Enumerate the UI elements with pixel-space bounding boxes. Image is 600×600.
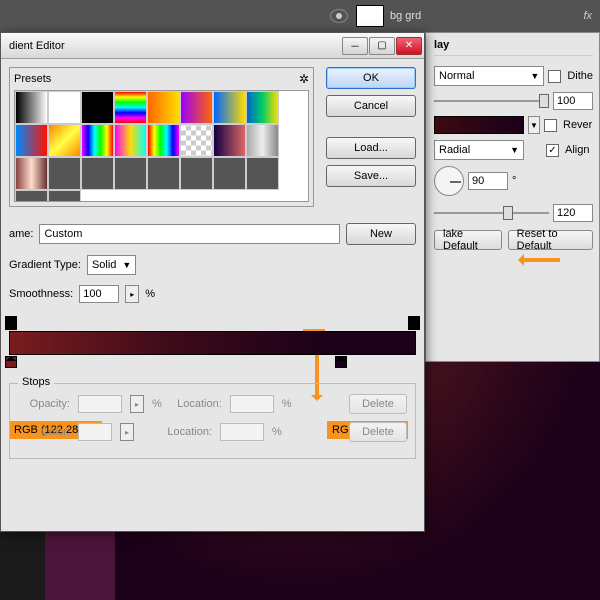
preset-swatch[interactable] — [147, 91, 180, 124]
smoothness-value[interactable]: 100 — [79, 285, 119, 303]
preset-swatch[interactable] — [147, 124, 180, 157]
dither-label: Dithe — [567, 70, 593, 82]
smoothness-label: Smoothness: — [9, 288, 73, 300]
scale-slider[interactable] — [434, 205, 549, 221]
color-flyout-icon[interactable]: ▸ — [120, 423, 134, 441]
cancel-button[interactable]: Cancel — [326, 95, 416, 117]
preset-swatch[interactable] — [114, 157, 147, 190]
preset-swatch[interactable] — [48, 157, 81, 190]
load-button[interactable]: Load... — [326, 137, 416, 159]
preset-swatch[interactable] — [246, 157, 279, 190]
preset-swatch[interactable] — [246, 124, 279, 157]
preset-swatch[interactable] — [180, 157, 213, 190]
location-label: Location: — [170, 398, 222, 410]
gradient-preview[interactable] — [9, 331, 416, 355]
preset-swatch[interactable] — [246, 91, 279, 124]
gradient-overlay-panel: lay Normal▼ Dithe 100 ▼ Rever Radial▼ ✓ … — [425, 32, 600, 362]
preset-swatch[interactable] — [147, 157, 180, 190]
align-checkbox[interactable]: ✓ — [546, 144, 559, 157]
preset-swatch[interactable] — [180, 124, 213, 157]
preset-swatch[interactable] — [114, 124, 147, 157]
opacity-slider[interactable] — [434, 93, 549, 109]
gradient-type-label: Gradient Type: — [9, 259, 81, 271]
save-button[interactable]: Save... — [326, 165, 416, 187]
dither-checkbox[interactable] — [548, 70, 561, 83]
minimize-button[interactable]: － — [342, 37, 368, 55]
color-stop-right[interactable] — [335, 356, 347, 370]
presets-group: Presets ✲ — [9, 67, 314, 207]
angle-value[interactable]: 90 — [468, 172, 508, 190]
preset-swatch[interactable] — [48, 190, 81, 202]
color-stop-label: Color: — [18, 426, 70, 438]
smoothness-flyout-icon[interactable]: ▸ — [125, 285, 139, 303]
reverse-checkbox[interactable] — [544, 119, 557, 132]
align-label: Align — [565, 144, 589, 156]
visibility-eye-icon[interactable] — [330, 9, 348, 23]
preset-swatch[interactable] — [15, 157, 48, 190]
panel-heading: lay — [434, 39, 593, 56]
color-stop-swatch[interactable] — [78, 423, 112, 441]
gradient-editor-dialog: dient Editor － ▢ ✕ Presets ✲ OK Cancel L… — [0, 32, 425, 532]
stops-group: Stops Opacity: ▸ % Location: % Delete Co… — [9, 383, 416, 459]
reset-default-button[interactable]: Reset to Default — [508, 230, 593, 250]
preset-swatch[interactable] — [15, 190, 48, 202]
percent-label: % — [145, 288, 155, 300]
percent-label: % — [272, 426, 282, 438]
percent-label: % — [282, 398, 292, 410]
delete-opacity-stop-button[interactable]: Delete — [349, 394, 407, 414]
presets-label: Presets — [14, 73, 51, 85]
color-location-value[interactable] — [220, 423, 264, 441]
delete-color-stop-button[interactable]: Delete — [349, 422, 407, 442]
preset-swatch[interactable] — [48, 124, 81, 157]
style-select[interactable]: Radial▼ — [434, 140, 524, 160]
preset-swatch[interactable] — [114, 91, 147, 124]
dialog-title: dient Editor — [9, 40, 341, 52]
preset-swatch[interactable] — [48, 91, 81, 124]
opacity-flyout-icon[interactable]: ▸ — [130, 395, 144, 413]
annotation-arrow — [520, 258, 560, 262]
preset-swatch[interactable] — [81, 124, 114, 157]
preset-swatch[interactable] — [81, 157, 114, 190]
stops-legend: Stops — [18, 376, 54, 388]
scale-value[interactable]: 120 — [553, 204, 593, 222]
presets-menu-gear-icon[interactable]: ✲ — [299, 72, 309, 86]
layer-fx-badge[interactable]: fx — [583, 10, 592, 22]
gradient-swatch[interactable] — [434, 116, 524, 134]
opacity-stop-value[interactable] — [78, 395, 122, 413]
ok-button[interactable]: OK — [326, 67, 416, 89]
preset-swatch[interactable] — [81, 91, 114, 124]
close-button[interactable]: ✕ — [396, 37, 422, 55]
dialog-titlebar[interactable]: dient Editor － ▢ ✕ — [1, 33, 424, 59]
preset-swatch[interactable] — [15, 91, 48, 124]
opacity-stop-label: Opacity: — [18, 398, 70, 410]
percent-label: % — [152, 398, 162, 410]
preset-swatch[interactable] — [213, 157, 246, 190]
gradient-bar[interactable] — [9, 331, 416, 355]
name-label: ame: — [9, 228, 33, 240]
make-default-button[interactable]: lake Default — [434, 230, 502, 250]
color-stop-left[interactable] — [5, 356, 17, 370]
preset-swatch[interactable] — [15, 124, 48, 157]
opacity-stop[interactable] — [5, 316, 17, 330]
blend-mode-select[interactable]: Normal▼ — [434, 66, 544, 86]
preset-swatch-grid[interactable] — [14, 90, 309, 202]
layer-name[interactable]: bg grd — [390, 10, 421, 22]
preset-swatch[interactable] — [180, 91, 213, 124]
preset-swatch[interactable] — [213, 91, 246, 124]
gradient-dropdown-icon[interactable]: ▼ — [528, 116, 540, 134]
maximize-button[interactable]: ▢ — [369, 37, 395, 55]
new-button[interactable]: New — [346, 223, 416, 245]
name-input[interactable] — [39, 224, 340, 244]
angle-unit: ° — [512, 175, 516, 187]
reverse-label: Rever — [563, 119, 592, 131]
layer-thumbnail[interactable] — [356, 5, 384, 27]
preset-swatch[interactable] — [213, 124, 246, 157]
layers-panel-row: bg grd fx — [0, 0, 600, 32]
opacity-location-value[interactable] — [230, 395, 274, 413]
opacity-value[interactable]: 100 — [553, 92, 593, 110]
gradient-type-select[interactable]: Solid▼ — [87, 255, 136, 275]
opacity-stop[interactable] — [408, 316, 420, 330]
angle-dial[interactable] — [434, 166, 464, 196]
location-label: Location: — [160, 426, 212, 438]
